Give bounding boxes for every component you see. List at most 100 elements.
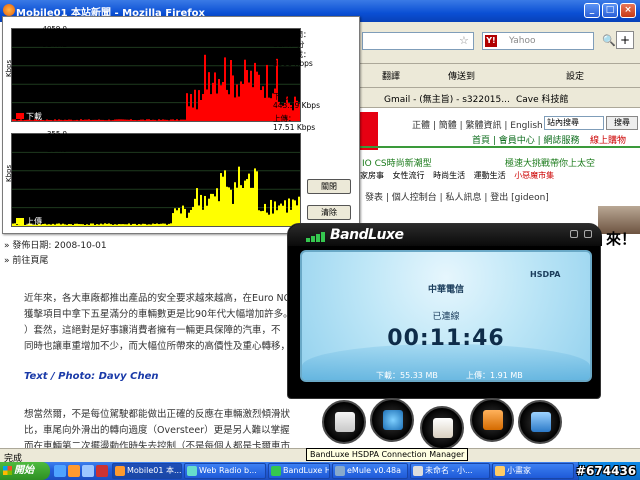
traffic-bar bbox=[254, 168, 256, 226]
search-icon[interactable]: 🔍 bbox=[602, 34, 616, 47]
paint-icon bbox=[495, 466, 505, 476]
bookmark-cave[interactable]: Cave 科技館 bbox=[516, 92, 569, 105]
search-input[interactable]: Y! Yahoo bbox=[482, 32, 594, 50]
traffic-bar bbox=[172, 213, 174, 226]
settings-button[interactable]: 設定 bbox=[566, 69, 584, 82]
home-button[interactable] bbox=[470, 398, 514, 442]
traffic-bar bbox=[128, 119, 130, 121]
goto-bottom-link[interactable]: » 前往頁尾 bbox=[4, 253, 48, 266]
traffic-bar bbox=[124, 224, 126, 226]
task-notepad[interactable]: 未命名 - 小... bbox=[410, 463, 490, 479]
traffic-bar bbox=[108, 223, 110, 226]
traffic-bar bbox=[276, 210, 278, 226]
clear-button[interactable]: 清除 bbox=[307, 205, 351, 220]
traffic-bar bbox=[194, 89, 196, 121]
traffic-bar bbox=[206, 89, 208, 121]
traffic-bar bbox=[196, 109, 198, 121]
traffic-bar bbox=[144, 120, 146, 121]
traffic-bar bbox=[118, 119, 120, 121]
traffic-bar bbox=[112, 120, 114, 121]
close-monitor-button[interactable]: 關閉 bbox=[307, 179, 351, 194]
traffic-bar bbox=[98, 224, 100, 226]
traffic-bar bbox=[212, 193, 214, 226]
traffic-bar bbox=[48, 224, 50, 226]
contacts-button[interactable] bbox=[420, 406, 464, 450]
language-links[interactable]: 正體 | 簡體 | 繁體資訊 | English bbox=[412, 118, 543, 131]
add-tab-button[interactable]: + bbox=[616, 31, 634, 49]
user-links[interactable]: 發表 | 個人控制台 | 私人訊息 | 登出 [gideon] bbox=[365, 190, 549, 203]
network-button[interactable] bbox=[518, 400, 562, 444]
minimize-icon[interactable] bbox=[570, 230, 578, 238]
traffic-bar bbox=[184, 208, 186, 226]
traffic-bar bbox=[246, 179, 248, 226]
promo-link-left[interactable]: IO CS時尚新潮型 bbox=[362, 156, 432, 169]
traffic-bar bbox=[94, 224, 96, 226]
traffic-bar bbox=[202, 93, 204, 121]
send-to-button[interactable]: 傳送到 bbox=[448, 69, 475, 82]
close-icon[interactable] bbox=[584, 230, 592, 238]
traffic-bar bbox=[170, 119, 172, 121]
traffic-bar bbox=[92, 223, 94, 226]
desktop-icon[interactable] bbox=[54, 465, 66, 477]
task-label: Mobile01 本... bbox=[127, 466, 182, 475]
site-search-button[interactable]: 搜尋 bbox=[606, 116, 638, 130]
traffic-bar bbox=[276, 58, 278, 121]
category-item[interactable]: 家房事 bbox=[360, 171, 384, 180]
traffic-bar bbox=[94, 119, 96, 121]
traffic-bar bbox=[232, 203, 234, 226]
traffic-bar bbox=[226, 89, 228, 121]
traffic-bar bbox=[252, 87, 254, 121]
start-button[interactable]: 開始 bbox=[0, 462, 50, 480]
shop-link[interactable]: 線上購物 bbox=[590, 133, 626, 146]
bandluxe-window[interactable]: BandLuxe HSDPA 中華電信 已連線 00:11:46 下載：55.3… bbox=[287, 223, 602, 399]
bandwidth-monitor-window[interactable]: 下載 上傳 4059.0 3247.2 2435.4 1623.6 811.8 0.0 Kb… bbox=[2, 16, 360, 234]
media-icon[interactable] bbox=[96, 465, 108, 477]
traffic-bar bbox=[126, 119, 128, 121]
task-web-radio[interactable]: Web Radio b... bbox=[184, 463, 266, 479]
category-item[interactable]: 運動生活 bbox=[474, 171, 506, 180]
category-item[interactable]: 時尚生活 bbox=[433, 171, 465, 180]
axis-tick-label: 1623.6 bbox=[42, 71, 68, 80]
translate-button[interactable]: 翻譯 bbox=[382, 69, 400, 82]
firefox-icon[interactable] bbox=[68, 465, 80, 477]
site-logo-banner[interactable] bbox=[360, 112, 378, 150]
site-nav-links[interactable]: 首頁 | 會員中心 | 網誌服務 bbox=[472, 133, 580, 146]
minimize-button[interactable]: _ bbox=[584, 3, 600, 18]
cards-icon bbox=[433, 418, 453, 438]
traffic-bar bbox=[62, 223, 64, 226]
task-firefox[interactable]: Mobile01 本... bbox=[112, 463, 182, 479]
sms-button[interactable] bbox=[322, 400, 366, 444]
category-item[interactable]: 小惡魔市集 bbox=[514, 171, 554, 180]
uploaded-amount: 上傳：1.91 MB bbox=[466, 371, 523, 380]
traffic-bar bbox=[244, 180, 246, 226]
url-bar[interactable]: ☆ bbox=[362, 32, 474, 50]
traffic-bar bbox=[50, 224, 52, 226]
task-paint[interactable]: 小畫家 bbox=[492, 463, 574, 479]
task-emule[interactable]: eMule v0.48a bbox=[332, 463, 408, 479]
traffic-bar bbox=[88, 224, 90, 226]
connect-button[interactable] bbox=[370, 398, 414, 442]
ie-icon[interactable] bbox=[82, 465, 94, 477]
axis-tick-label: 4059.0 bbox=[42, 25, 68, 33]
traffic-bar bbox=[84, 224, 86, 226]
maximize-button[interactable]: □ bbox=[602, 3, 618, 18]
promo-link-right[interactable]: 極速大挑戰帶你上太空 bbox=[505, 156, 595, 169]
max-download-value: 3866 Kbps bbox=[273, 59, 313, 68]
bookmark-star-icon[interactable]: ☆ bbox=[459, 34, 469, 47]
traffic-bar bbox=[272, 213, 274, 226]
traffic-bar bbox=[110, 120, 112, 121]
traffic-bar bbox=[122, 119, 124, 121]
traffic-bar bbox=[258, 74, 260, 121]
task-bandluxe[interactable]: BandLuxe H... bbox=[268, 463, 330, 479]
bandluxe-title-bar[interactable]: BandLuxe bbox=[288, 224, 602, 246]
traffic-bar bbox=[188, 212, 190, 226]
traffic-bar bbox=[194, 198, 196, 226]
site-search-input[interactable]: 站內搜尋 bbox=[544, 116, 604, 130]
close-button[interactable]: × bbox=[620, 3, 636, 18]
category-item[interactable]: 女性流行 bbox=[393, 171, 425, 180]
traffic-bar bbox=[122, 224, 124, 226]
traffic-bar bbox=[66, 119, 68, 121]
traffic-bar bbox=[200, 194, 202, 226]
bookmark-gmail[interactable]: Gmail - (無主旨) - s322015... bbox=[384, 92, 510, 105]
traffic-bar bbox=[242, 84, 244, 121]
